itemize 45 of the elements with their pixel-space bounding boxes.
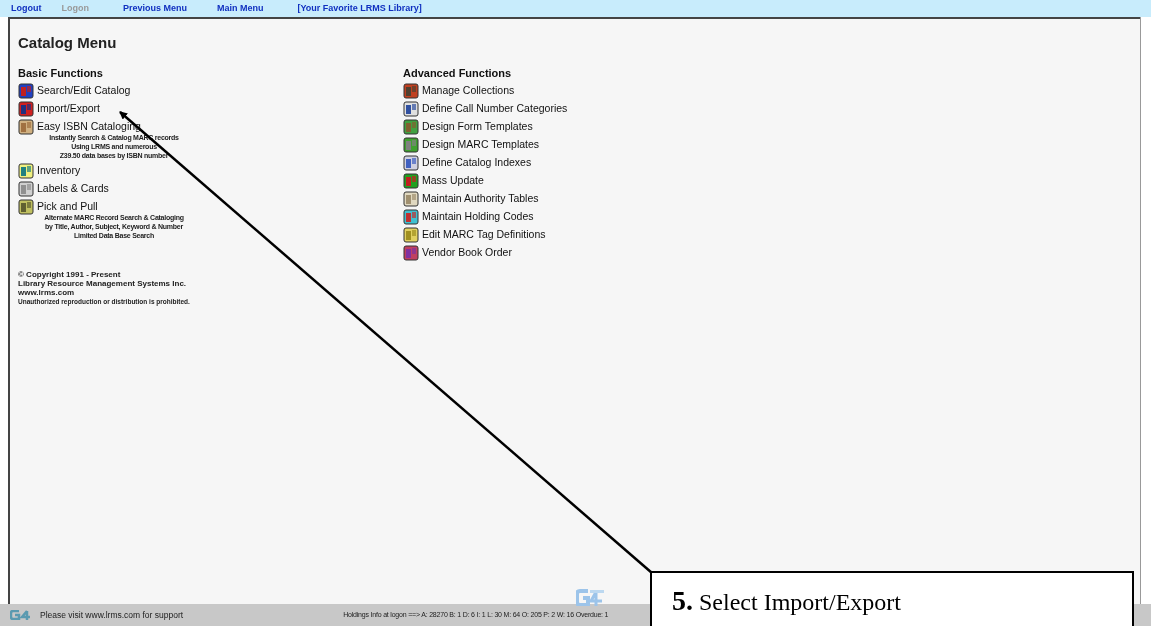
menu-icon <box>18 101 34 117</box>
menu-link[interactable]: Labels & Cards <box>37 181 109 197</box>
page-title: Catalog Menu <box>18 35 118 50</box>
menu-link[interactable]: Manage Collections <box>422 83 515 99</box>
copyright-text: © Copyright 1991 - Present <box>18 270 122 279</box>
menu-link[interactable]: Search/Edit Catalog <box>37 83 131 99</box>
menu-link[interactable]: Import/Export <box>37 101 101 117</box>
menu-link[interactable]: Inventory <box>37 163 81 179</box>
menu-icon <box>403 101 419 117</box>
menu-icon <box>403 173 419 189</box>
menu-link[interactable]: Pick and Pull <box>37 199 98 215</box>
menu-icon <box>18 163 34 179</box>
menu-icon <box>403 227 419 243</box>
menu-icon <box>403 209 419 225</box>
nav-link[interactable]: Main Menu <box>217 1 264 16</box>
menu-link[interactable]: Design Form Templates <box>422 119 533 135</box>
nav-link[interactable]: [Your Favorite LRMS Library] <box>297 1 422 16</box>
menu-link[interactable]: Define Catalog Indexes <box>422 155 532 171</box>
menu-icon <box>403 245 419 261</box>
menu-icon <box>403 83 419 99</box>
menu-link[interactable]: Vendor Book Order <box>422 245 512 261</box>
menu-link[interactable]: Maintain Authority Tables <box>422 191 539 207</box>
support-text: Please visit www.lrms.com for support <box>40 608 184 622</box>
section-heading: Advanced Functions <box>403 67 513 80</box>
genesis-logo-icon <box>576 589 606 606</box>
menu-icon <box>403 155 419 171</box>
nav-link[interactable]: Logout <box>11 1 42 16</box>
menu-link[interactable]: Maintain Holding Codes <box>422 209 534 225</box>
menu-icon <box>18 181 34 197</box>
step-number: 5. <box>672 585 693 616</box>
menu-icon <box>18 199 34 215</box>
menu-icon <box>18 83 34 99</box>
menu-link[interactable]: Design MARC Templates <box>422 137 540 153</box>
nav-link[interactable]: Previous Menu <box>123 1 187 16</box>
menu-icon <box>403 137 419 153</box>
copyright-text: www.lrms.com <box>18 288 76 297</box>
menu-icon <box>403 191 419 207</box>
menu-link[interactable]: Define Call Number Categories <box>422 101 568 117</box>
menu-link[interactable]: Mass Update <box>422 173 484 189</box>
menu-icon <box>18 119 34 135</box>
callout-text: Select Import/Export <box>699 589 901 615</box>
menu-icon <box>403 119 419 135</box>
copyright-text: Library Resource Management Systems Inc. <box>18 279 188 288</box>
menu-link[interactable]: Edit MARC Tag Definitions <box>422 227 546 243</box>
section-heading: Basic Functions <box>18 67 104 80</box>
